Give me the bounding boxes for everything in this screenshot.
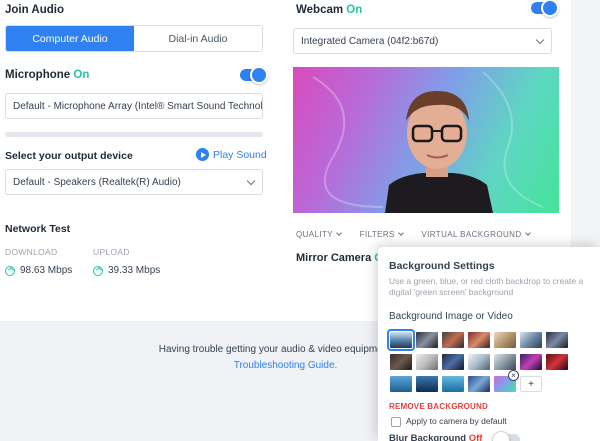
- apply-default-label: Apply to camera by default: [406, 416, 507, 426]
- background-thumbnail[interactable]: [442, 376, 464, 392]
- webcam-select[interactable]: Integrated Camera (04f2:b67d): [293, 28, 552, 54]
- chevron-down-icon: [535, 35, 545, 45]
- webcam-toggle-knob: [541, 0, 559, 17]
- background-thumbnail[interactable]: [416, 376, 438, 392]
- shirt-shape: [385, 173, 493, 213]
- output-device-select[interactable]: Default - Speakers (Realtek(R) Audio): [5, 169, 263, 195]
- background-thumbnail[interactable]: [442, 332, 464, 348]
- download-stat: 98.63 Mbps: [5, 265, 72, 276]
- upload-stat: 39.33 Mbps: [93, 265, 160, 276]
- background-thumbnail[interactable]: [520, 354, 542, 370]
- output-device-value: Default - Speakers (Realtek(R) Audio): [13, 176, 181, 188]
- microphone-toggle[interactable]: [240, 66, 268, 84]
- chevron-down-icon: [246, 176, 256, 186]
- blur-background-toggle[interactable]: [492, 431, 520, 441]
- tab-filters-label: FILTERS: [359, 230, 395, 239]
- network-test-title: Network Test: [5, 223, 71, 235]
- mirror-camera-text: Mirror Camera: [296, 252, 372, 264]
- blur-background-label: Blur Background Off: [389, 433, 482, 441]
- microphone-label: Microphone On: [5, 69, 89, 81]
- background-swirl: [312, 76, 384, 208]
- camera-options-tabs: QUALITY FILTERS VIRTUAL BACKGROUND: [296, 230, 531, 239]
- camera-preview: [293, 67, 559, 213]
- webcam-toggle[interactable]: [531, 0, 559, 17]
- background-thumbnail[interactable]: [416, 332, 438, 348]
- download-label: DOWNLOAD: [5, 247, 58, 257]
- webcam-label-text: Webcam: [296, 4, 344, 16]
- camera-preview-image: [312, 71, 544, 213]
- upload-label: UPLOAD: [93, 247, 130, 257]
- background-thumbnail[interactable]: [494, 332, 516, 348]
- play-icon[interactable]: [196, 148, 209, 161]
- background-image-label: Background Image or Video: [389, 311, 513, 322]
- blur-background-text: Blur Background: [389, 433, 467, 441]
- background-settings-description: Use a green, blue, or red cloth backdrop…: [389, 276, 584, 297]
- tab-virtual-background[interactable]: VIRTUAL BACKGROUND: [421, 230, 531, 239]
- microphone-select[interactable]: Default - Microphone Array (Intel® Smart…: [5, 93, 263, 119]
- add-background-label: +: [528, 378, 534, 390]
- play-sound-link[interactable]: Play Sound: [213, 149, 267, 161]
- microphone-device: Default - Microphone Array (Intel® Smart…: [13, 100, 263, 112]
- add-background-button[interactable]: +: [520, 376, 542, 392]
- background-thumbnail[interactable]: [546, 332, 568, 348]
- output-device-label: Select your output device: [5, 150, 133, 162]
- microphone-state: On: [73, 69, 90, 81]
- blur-toggle-knob: [492, 431, 510, 441]
- background-thumbnail[interactable]: [387, 329, 415, 351]
- upload-arrow-icon: [93, 265, 103, 276]
- download-value: 98.63 Mbps: [20, 265, 73, 276]
- apply-default-checkbox[interactable]: [391, 417, 401, 427]
- webcam-device: Integrated Camera (04f2:b67d): [301, 35, 439, 47]
- chevron-down-icon: [397, 230, 404, 236]
- background-settings-popover: Background Settings Use a green, blue, o…: [378, 247, 600, 441]
- close-icon[interactable]: ×: [508, 370, 519, 381]
- audio-mode-tabs: Computer Audio Dial-in Audio: [5, 25, 263, 52]
- background-swirl: [482, 71, 544, 208]
- webcam-state: On: [346, 4, 363, 16]
- background-thumbnail[interactable]: [468, 332, 490, 348]
- tab-dial-in-audio[interactable]: Dial-in Audio: [134, 26, 262, 51]
- chevron-down-icon: [524, 230, 531, 236]
- microphone-toggle-knob: [250, 66, 268, 84]
- download-arrow-icon: [5, 265, 15, 276]
- background-thumbnail[interactable]: [390, 354, 412, 370]
- background-thumbnail[interactable]: [442, 354, 464, 370]
- tab-computer-audio[interactable]: Computer Audio: [6, 26, 134, 51]
- remove-background-button[interactable]: REMOVE BACKGROUND: [389, 402, 488, 411]
- background-thumbnail[interactable]: [494, 354, 516, 370]
- webcam-label: Webcam On: [296, 4, 362, 16]
- background-thumbnail[interactable]: [468, 354, 490, 370]
- tab-filters[interactable]: FILTERS: [359, 230, 404, 239]
- join-audio-title: Join Audio: [5, 4, 64, 16]
- mic-level-bar: [5, 132, 263, 137]
- chevron-down-icon: [336, 230, 342, 236]
- mirror-camera-label: Mirror Camera On: [296, 252, 390, 264]
- upload-value: 39.33 Mbps: [108, 265, 161, 276]
- background-thumbnail[interactable]: [468, 376, 490, 392]
- background-settings-title: Background Settings: [389, 260, 495, 272]
- microphone-label-text: Microphone: [5, 69, 71, 81]
- background-thumbnail[interactable]: [416, 354, 438, 370]
- tab-quality[interactable]: QUALITY: [296, 230, 342, 239]
- background-thumbnail[interactable]: [390, 376, 412, 392]
- tab-virtual-background-label: VIRTUAL BACKGROUND: [421, 230, 522, 239]
- blur-background-state: Off: [468, 433, 483, 441]
- background-thumbnail[interactable]: [520, 332, 542, 348]
- tab-quality-label: QUALITY: [296, 230, 334, 239]
- background-thumbnail[interactable]: [546, 354, 568, 370]
